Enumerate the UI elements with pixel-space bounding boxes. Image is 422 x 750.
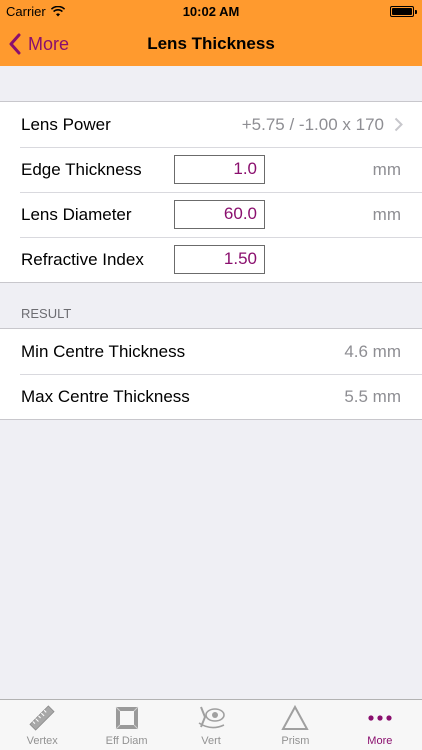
triangle-icon	[281, 704, 310, 730]
more-dots-icon	[368, 715, 392, 721]
result-group: Min Centre Thickness 4.6 mm Max Centre T…	[0, 328, 422, 420]
tab-bar: Vertex Eff Diam Vert Prism More	[0, 699, 422, 750]
lens-power-value: +5.75 / -1.00 x 170	[241, 115, 384, 134]
lens-power-label: Lens Power	[21, 115, 111, 134]
status-bar: Carrier 10:02 AM	[0, 0, 422, 22]
inputs-group: Lens Power +5.75 / -1.00 x 170 Edge Thic…	[0, 101, 422, 283]
min-centre-thickness-label: Min Centre Thickness	[21, 342, 186, 361]
tab-more-label: More	[367, 735, 393, 747]
refractive-index-row: Refractive Index 1.50	[0, 237, 422, 282]
lens-diameter-unit: mm	[372, 205, 401, 224]
lens-power-row[interactable]: Lens Power +5.75 / -1.00 x 170	[0, 102, 422, 147]
tab-more[interactable]: More	[338, 700, 422, 750]
lens-diameter-input[interactable]: 60.0	[174, 200, 265, 229]
tab-vert[interactable]: Vert	[169, 700, 253, 750]
edge-thickness-input[interactable]: 1.0	[174, 155, 265, 184]
min-centre-thickness-row: Min Centre Thickness 4.6 mm	[0, 329, 422, 374]
chevron-right-icon	[394, 117, 403, 132]
tab-prism[interactable]: Prism	[253, 700, 337, 750]
refractive-index-input[interactable]: 1.50	[174, 245, 265, 274]
lens-diameter-label: Lens Diameter	[21, 205, 132, 224]
lens-diameter-row: Lens Diameter 60.0 mm	[0, 192, 422, 237]
min-centre-thickness-value: 4.6 mm	[344, 342, 401, 361]
refractive-index-label: Refractive Index	[21, 250, 144, 269]
tab-eff-diam[interactable]: Eff Diam	[84, 700, 168, 750]
result-section-header: RESULT	[21, 306, 72, 321]
navigation-bar: More Lens Thickness	[0, 22, 422, 66]
frame-icon	[115, 706, 138, 730]
top-bar: Carrier 10:02 AM More Lens Thickness	[0, 0, 422, 66]
ruler-icon	[29, 705, 55, 731]
page-title: Lens Thickness	[147, 34, 275, 53]
status-time: 10:02 AM	[182, 4, 240, 19]
tab-vert-label: Vert	[201, 735, 221, 747]
tab-vertex[interactable]: Vertex	[0, 700, 84, 750]
edge-thickness-unit: mm	[372, 160, 401, 179]
edge-thickness-row: Edge Thickness 1.0 mm	[0, 147, 422, 192]
eye-lens-icon	[198, 706, 225, 729]
max-centre-thickness-row: Max Centre Thickness 5.5 mm	[0, 374, 422, 419]
tab-vertex-label: Vertex	[26, 735, 58, 747]
tab-prism-label: Prism	[281, 735, 310, 747]
edge-thickness-label: Edge Thickness	[21, 160, 142, 179]
tab-eff-diam-label: Eff Diam	[105, 735, 148, 747]
max-centre-thickness-label: Max Centre Thickness	[21, 387, 190, 406]
max-centre-thickness-value: 5.5 mm	[344, 387, 401, 406]
battery-icon	[390, 6, 417, 17]
